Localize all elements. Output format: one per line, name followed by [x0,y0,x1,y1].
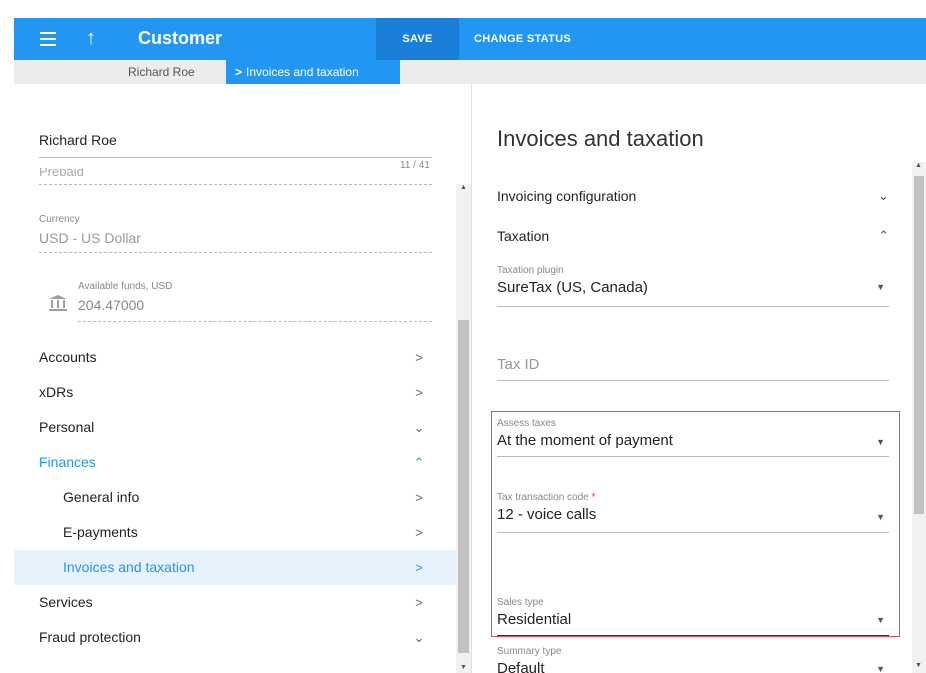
scroll-up-icon[interactable]: ▲ [460,184,467,191]
chevron-right-icon: > [415,385,423,400]
left-scrollbar-thumb[interactable] [458,320,469,653]
sidebar-item-general-info[interactable]: General info > [14,480,456,515]
chevron-up-icon: ⌃ [878,228,889,243]
breadcrumb-item-current: > Invoices and taxation [226,60,400,84]
summary-type-select[interactable]: Summary type Default ▼ [497,646,889,673]
sidebar-item-e-payments[interactable]: E-payments > [14,515,456,550]
arrow-up-icon[interactable]: ↑ [86,27,96,49]
chevron-right-icon: > [415,490,423,505]
field-label: Taxation plugin [497,265,564,276]
available-funds-underline [78,321,432,322]
field-value: Residential [497,611,572,628]
sidebar-item-finances[interactable]: Finances ⌃ [14,445,456,480]
name-char-counter: 11 / 41 [400,160,430,171]
save-button[interactable]: SAVE [376,18,459,60]
currency-value: USD - US Dollar [39,230,141,246]
breadcrumb-item-parent[interactable]: Richard Roe [128,60,195,84]
change-status-button[interactable]: CHANGE STATUS [474,18,571,60]
taxation-section[interactable]: Taxation ⌃ [497,228,889,244]
name-field-underline [39,157,432,158]
breadcrumb: Richard Roe > Invoices and taxation [14,60,926,84]
sidebar-item-personal[interactable]: Personal ⌄ [14,410,456,445]
field-underline [497,635,889,636]
sidebar-nav: Accounts > xDRs > Personal ⌄ Finances ⌃ … [14,340,456,655]
sidebar-item-xdrs[interactable]: xDRs > [14,375,456,410]
section-label: Taxation [497,228,550,244]
section-title: Invoices and taxation [497,126,704,151]
field-underline [497,380,889,381]
right-scrollbar-thumb[interactable] [914,176,924,514]
chevron-down-icon: ⌄ [878,188,889,203]
right-panel: Invoices and taxation Invoicing configur… [472,84,926,673]
dropdown-arrow-icon: ▼ [876,282,885,292]
billing-model-value: Prepaid [39,168,84,176]
sidebar-item-label: Finances [39,454,96,470]
chevron-right-icon: > [415,350,423,365]
field-label: Summary type [497,646,562,657]
chevron-down-icon: ⌄ [413,630,425,645]
sidebar-item-label: E-payments [63,524,138,540]
chevron-right-icon: > [235,65,243,79]
app-toolbar: ↑ Customer SAVE CHANGE STATUS [14,18,926,60]
chevron-right-icon: > [415,560,423,575]
sidebar-item-label: xDRs [39,384,74,400]
sidebar-item-services[interactable]: Services > [14,585,456,620]
menu-icon[interactable] [40,32,56,46]
field-placeholder: Tax ID [497,356,540,373]
sidebar-item-label: Accounts [39,349,97,365]
available-funds-label: Available funds, USD [78,281,173,292]
sidebar-item-label: Invoices and taxation [63,559,195,575]
taxation-plugin-select[interactable]: Taxation plugin SureTax (US, Canada) ▼ [497,265,889,309]
sidebar-item-fraud-protection[interactable]: Fraud protection ⌄ [14,620,456,655]
field-value: Default [497,660,545,673]
sales-type-select[interactable]: Sales type Residential ▼ [497,597,889,637]
sidebar-item-accounts[interactable]: Accounts > [14,340,456,375]
dropdown-arrow-icon: ▼ [876,664,885,673]
billing-model-underline [39,184,432,185]
scroll-down-icon[interactable]: ▼ [915,662,922,669]
left-scrollbar[interactable]: ▲ ▼ [456,184,471,673]
sidebar-item-label: Personal [39,419,95,435]
currency-label: Currency [39,214,80,225]
sidebar-item-label: General info [63,489,140,505]
dropdown-arrow-icon: ▼ [876,615,885,625]
chevron-right-icon: > [415,595,423,610]
invoicing-configuration-section[interactable]: Invoicing configuration ⌄ [497,188,889,204]
tax-id-input[interactable]: Tax ID [497,356,889,382]
currency-underline [39,252,432,253]
right-scrollbar[interactable]: ▲ ▼ [912,162,926,673]
scroll-down-icon[interactable]: ▼ [460,664,467,671]
sidebar-item-label: Fraud protection [39,629,141,645]
section-label: Invoicing configuration [497,188,637,204]
field-underline [497,306,889,307]
chevron-down-icon: ⌄ [413,420,425,435]
available-funds-value: 204.47000 [78,297,145,313]
chevron-up-icon: ⌃ [413,455,425,470]
sidebar-item-label: Services [39,594,93,610]
chevron-right-icon: > [415,525,423,540]
customer-name-field[interactable]: Richard Roe [39,132,432,148]
field-value: SureTax (US, Canada) [497,279,648,296]
scroll-up-icon[interactable]: ▲ [915,162,922,169]
sidebar-item-invoices-and-taxation[interactable]: Invoices and taxation > [14,550,456,585]
page-title: Customer [138,28,223,48]
breadcrumb-current-label: Invoices and taxation [246,65,359,79]
field-label: Sales type [497,597,544,608]
left-panel: Richard Roe 11 / 41 Prepaid Currency USD… [14,84,471,673]
bank-icon [49,295,67,311]
